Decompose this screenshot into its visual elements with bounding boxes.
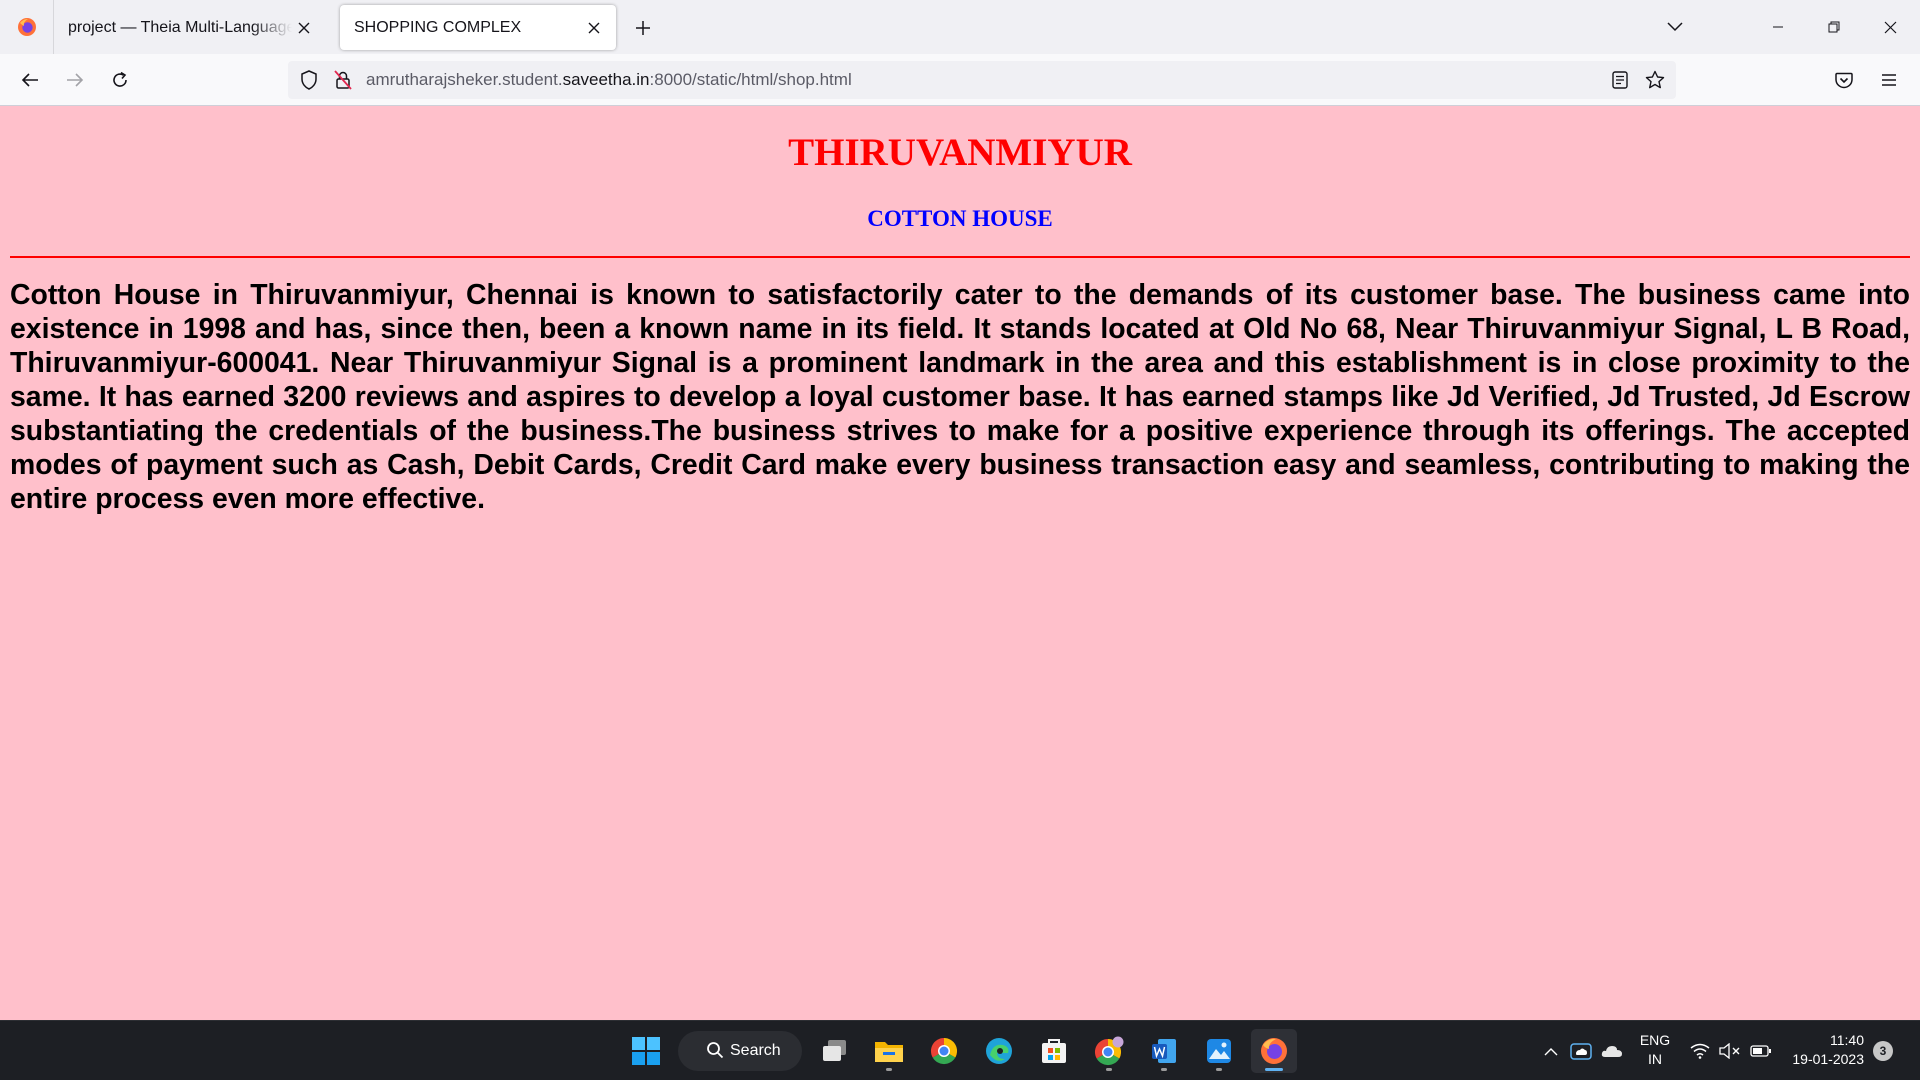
region-code: IN [1648,1051,1662,1067]
file-explorer-icon [875,1042,903,1062]
onedrive-cloud-icon[interactable] [1600,1039,1624,1063]
url-prefix: amrutharajsheker.student. [366,70,563,89]
back-button[interactable] [12,62,48,98]
clock-time: 11:40 [1830,1032,1864,1048]
search-label: Search [730,1042,781,1059]
forward-button[interactable] [57,62,93,98]
restore-icon [1828,21,1840,33]
running-indicator [1161,1068,1167,1071]
start-icon [632,1037,660,1065]
page-description: Cotton House in Thiruvanmiyur, Chennai i… [10,279,1910,515]
search-icon [707,1042,724,1059]
chrome-icon [930,1037,958,1065]
windows-taskbar: Search ENG IN 11:40 19-01-2023 3 [0,1020,1920,1080]
tab-shopping-complex[interactable]: SHOPPING COMPLEX [340,5,616,50]
minimize-button[interactable] [1750,0,1806,54]
reload-button[interactable] [102,62,138,98]
firefox-view-button[interactable] [0,0,54,54]
address-bar[interactable]: amrutharajsheker.student.saveetha.in:800… [288,61,1676,99]
horizontal-divider [10,256,1910,258]
tab-label: SHOPPING COMPLEX [354,18,522,36]
close-window-button[interactable] [1862,0,1918,54]
page-content: THIRUVANMIYUR COTTON HOUSE Cotton House … [0,106,1920,1020]
plus-icon [636,21,650,35]
edge-button[interactable] [976,1029,1022,1073]
close-tab-icon[interactable] [292,16,316,40]
firefox-taskbar-button[interactable] [1251,1029,1297,1073]
task-view-icon [823,1040,846,1061]
browser-tab-strip: project — Theia Multi-Language Ex SHOPPI… [0,0,1920,54]
tab-label: project — Theia Multi-Language Ex [68,18,292,36]
firefox-icon [1261,1038,1287,1064]
volume-muted-icon[interactable] [1718,1039,1742,1063]
active-indicator [1265,1068,1283,1071]
wifi-icon[interactable] [1688,1039,1712,1063]
word-icon [1152,1039,1176,1063]
insecure-lock-icon[interactable] [331,68,355,92]
edge-icon [986,1038,1012,1064]
hamburger-menu-icon [1882,74,1896,86]
running-indicator [886,1068,892,1071]
show-hidden-icons-button[interactable] [1539,1039,1563,1063]
minimize-icon [1773,26,1783,28]
restore-button[interactable] [1806,0,1862,54]
reader-view-icon[interactable] [1608,68,1632,92]
url-domain: saveetha.in [562,70,650,89]
task-view-button[interactable] [812,1029,858,1073]
page-subtitle: COTTON HOUSE [867,206,1053,231]
browser-navigation-bar: amrutharajsheker.student.saveetha.in:800… [0,54,1920,106]
pocket-button[interactable] [1826,62,1862,98]
taskbar-search[interactable]: Search [678,1031,802,1071]
chevron-down-icon [1667,22,1683,32]
tab-theia-project[interactable]: project — Theia Multi-Language Ex [54,5,326,50]
url-suffix: :8000/static/html/shop.html [649,70,852,89]
close-tab-icon[interactable] [582,16,606,40]
close-icon [1884,21,1896,33]
running-indicator [1216,1068,1222,1071]
bookmark-star-icon[interactable] [1643,68,1667,92]
notification-badge[interactable]: 3 [1873,1041,1893,1061]
start-button[interactable] [623,1029,669,1073]
running-indicator [1106,1068,1112,1071]
shield-icon[interactable] [297,68,321,92]
file-explorer-button[interactable] [866,1029,912,1073]
url-text[interactable]: amrutharajsheker.student.saveetha.in:800… [366,70,852,90]
clock[interactable]: 11:40 19-01-2023 [1784,1031,1864,1069]
arrow-left-icon [21,73,38,87]
battery-icon[interactable] [1749,1039,1773,1063]
clock-date: 19-01-2023 [1792,1051,1864,1067]
arrow-right-icon [67,73,84,87]
chrome-profile-icon [1094,1036,1124,1066]
microsoft-store-button[interactable] [1031,1029,1077,1073]
firefox-icon [17,18,36,36]
list-all-tabs-button[interactable] [1660,12,1690,42]
photos-icon [1207,1039,1231,1063]
chrome-button[interactable] [921,1029,967,1073]
reload-icon [113,71,127,87]
app-menu-button[interactable] [1871,62,1907,98]
onedrive-sync-icon[interactable] [1569,1039,1593,1063]
language-indicator[interactable]: ENG IN [1633,1031,1677,1069]
microsoft-store-icon [1042,1039,1066,1063]
chrome-profile-button[interactable] [1086,1029,1132,1073]
page-title: THIRUVANMIYUR [788,131,1132,174]
word-button[interactable] [1141,1029,1187,1073]
new-tab-button[interactable] [628,13,658,43]
pocket-icon [1835,72,1853,88]
photos-button[interactable] [1196,1029,1242,1073]
language-code: ENG [1639,1032,1671,1048]
chevron-up-icon [1544,1047,1558,1055]
